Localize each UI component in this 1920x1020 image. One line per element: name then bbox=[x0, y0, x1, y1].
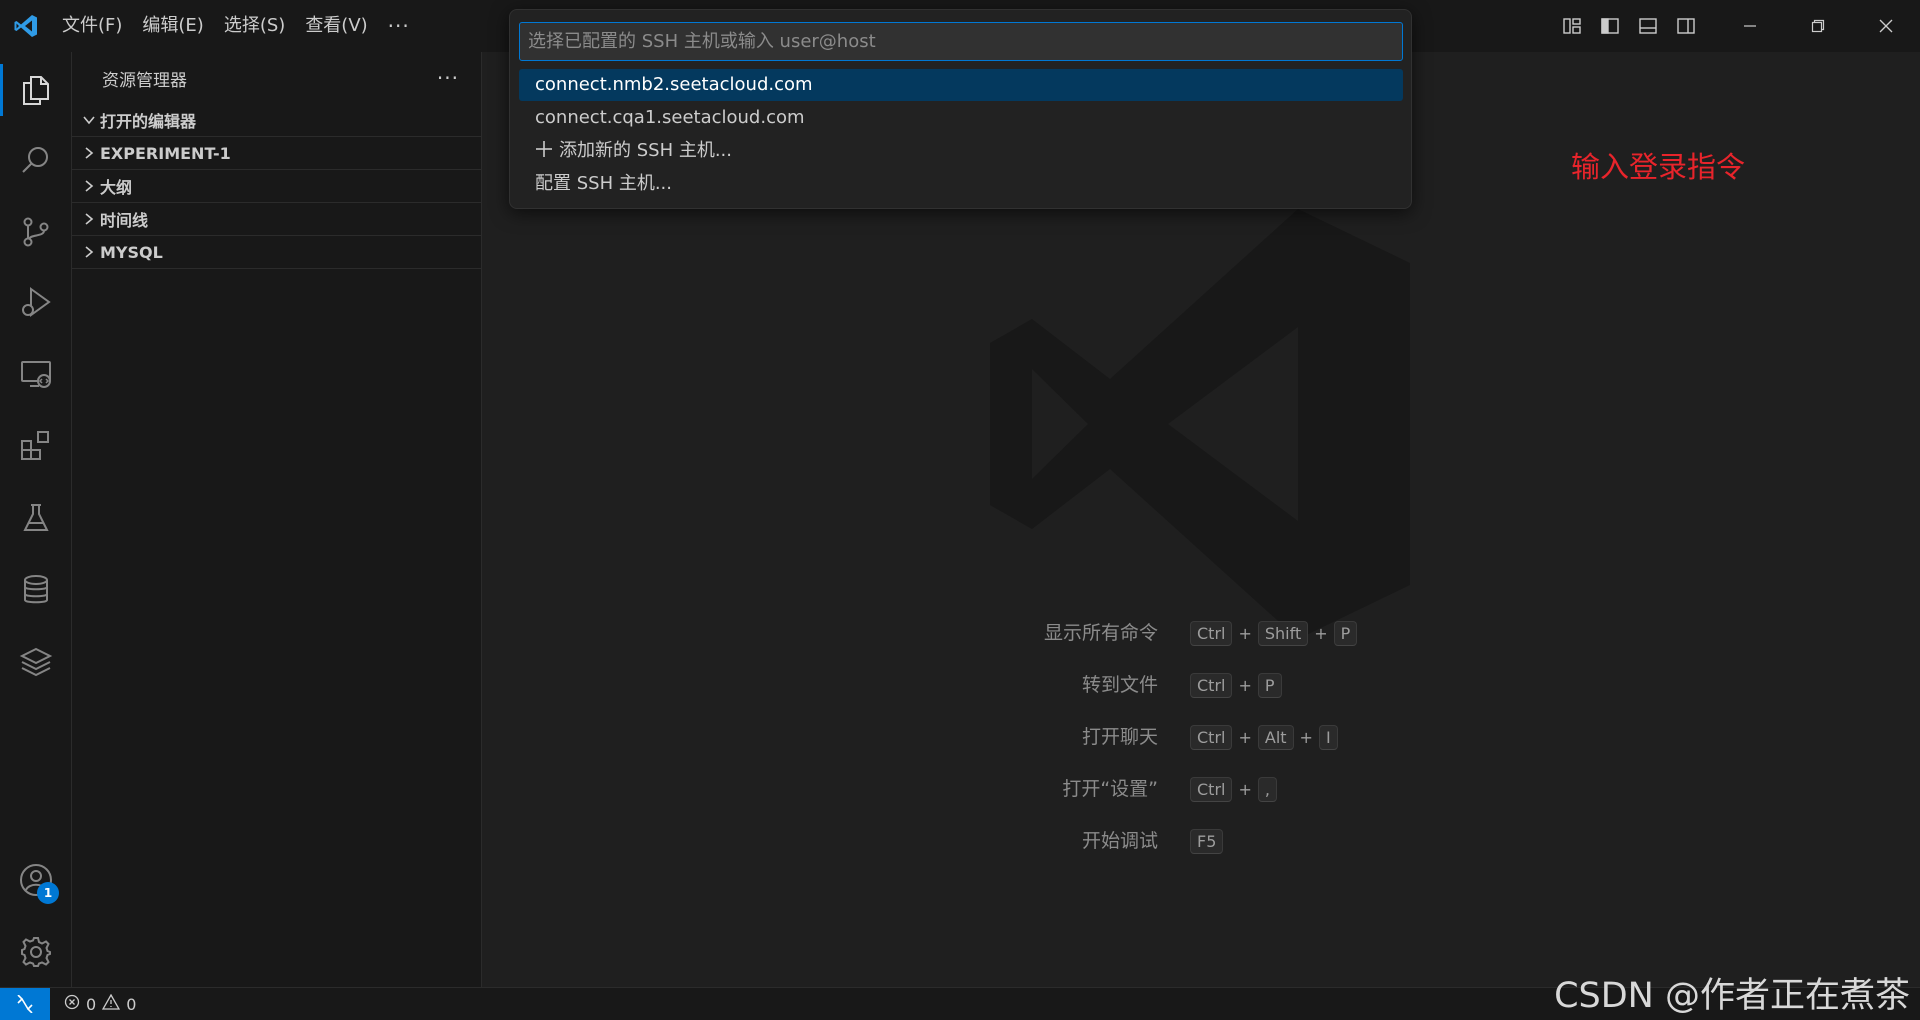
accounts-icon[interactable]: 1 bbox=[0, 846, 72, 914]
key: P bbox=[1257, 672, 1282, 698]
section-label: 大纲 bbox=[100, 178, 133, 197]
menu-edit[interactable]: 编辑(E) bbox=[132, 11, 213, 41]
toggle-primary-sidebar-icon[interactable] bbox=[1596, 12, 1624, 40]
key: P bbox=[1333, 620, 1358, 646]
key: , bbox=[1257, 776, 1277, 802]
error-count: 0 bbox=[86, 994, 97, 1014]
accounts-badge: 1 bbox=[37, 882, 59, 904]
shortcut-label: 打开“设置” bbox=[1062, 778, 1158, 800]
sidebar-title: 资源管理器 bbox=[102, 70, 187, 91]
key: Ctrl bbox=[1190, 672, 1233, 698]
minimize-icon[interactable] bbox=[1716, 0, 1784, 52]
layers-icon[interactable] bbox=[0, 628, 72, 696]
extensions-icon[interactable] bbox=[0, 412, 72, 480]
shortcut-label: 转到文件 bbox=[1081, 674, 1158, 696]
chevron-right-icon bbox=[78, 241, 100, 263]
menu-bar: 文件(F) 编辑(E) 选择(S) 查看(V) ··· bbox=[52, 0, 420, 52]
add-ssh-host-option[interactable]: 添加新的 SSH 主机... bbox=[519, 135, 1403, 167]
close-icon[interactable] bbox=[1852, 0, 1920, 52]
menu-view[interactable]: 查看(V) bbox=[295, 11, 377, 41]
shortcut-row: 打开聊天 Ctrl + Alt + I bbox=[483, 722, 1920, 752]
explorer-sidebar: 资源管理器 ··· 打开的编辑器 EXPERIMENT-1 大纲 时间线 MYS… bbox=[72, 52, 482, 987]
key: Alt bbox=[1257, 724, 1294, 750]
shortcut-keys: Ctrl + Alt + I bbox=[1190, 722, 1338, 752]
shortcut-keys: F5 bbox=[1190, 826, 1224, 856]
chevron-right-icon bbox=[78, 142, 100, 164]
shortcut-label: 开始调试 bbox=[1081, 830, 1158, 852]
search-icon[interactable] bbox=[0, 126, 72, 194]
ssh-quick-pick: connect.nmb2.seetacloud.com connect.cqa1… bbox=[509, 9, 1745, 209]
section-label: 打开的编辑器 bbox=[100, 112, 197, 131]
configure-ssh-hosts-option[interactable]: 配置 SSH 主机... bbox=[519, 168, 1403, 200]
ssh-host-option[interactable]: connect.nmb2.seetacloud.com bbox=[519, 69, 1403, 101]
key: Shift bbox=[1257, 620, 1309, 646]
activity-bar: 1 bbox=[0, 52, 72, 987]
shortcut-row: 转到文件 Ctrl + P bbox=[483, 670, 1920, 700]
status-bar: 0 0 CSDN @作者正在煮茶 bbox=[0, 976, 1920, 1020]
source-control-icon[interactable] bbox=[0, 198, 72, 266]
section-timeline[interactable]: 时间线 bbox=[72, 203, 481, 236]
key: Ctrl bbox=[1190, 724, 1233, 750]
shortcut-label: 显示所有命令 bbox=[1043, 622, 1158, 644]
layout-controls bbox=[1558, 0, 1700, 52]
menu-selection[interactable]: 选择(S) bbox=[214, 11, 295, 41]
shortcut-keys: Ctrl + , bbox=[1190, 774, 1277, 804]
remote-indicator-icon[interactable] bbox=[0, 987, 50, 1020]
menu-file[interactable]: 文件(F) bbox=[52, 11, 132, 41]
warning-count: 0 bbox=[126, 994, 137, 1014]
menu-more-icon[interactable]: ··· bbox=[378, 14, 420, 38]
problems-indicator[interactable]: 0 0 bbox=[50, 993, 137, 1014]
shortcut-row: 打开“设置” Ctrl + , bbox=[483, 774, 1920, 804]
section-label: MYSQL bbox=[100, 242, 163, 262]
window-controls bbox=[1716, 0, 1920, 52]
section-experiment[interactable]: EXPERIMENT-1 bbox=[72, 137, 481, 170]
vscode-logo-icon bbox=[0, 0, 52, 52]
key: Ctrl bbox=[1190, 776, 1233, 802]
section-label: EXPERIMENT-1 bbox=[100, 143, 231, 163]
remote-explorer-icon[interactable] bbox=[0, 340, 72, 408]
section-label: 时间线 bbox=[100, 211, 149, 230]
key: I bbox=[1318, 724, 1338, 750]
add-ssh-host-label: 添加新的 SSH 主机... bbox=[559, 140, 732, 161]
csdn-watermark: CSDN @作者正在煮茶 bbox=[1554, 976, 1910, 1016]
ssh-host-input[interactable] bbox=[519, 22, 1403, 61]
shortcut-keys: Ctrl + P bbox=[1190, 670, 1282, 700]
ssh-host-option[interactable]: connect.cqa1.seetacloud.com bbox=[519, 102, 1403, 134]
red-annotation-text: 输入登录指令 bbox=[1571, 150, 1746, 184]
testing-icon[interactable] bbox=[0, 484, 72, 552]
restore-icon[interactable] bbox=[1784, 0, 1852, 52]
plus-icon bbox=[535, 137, 553, 169]
toggle-secondary-sidebar-icon[interactable] bbox=[1672, 12, 1700, 40]
customize-layout-icon[interactable] bbox=[1558, 12, 1586, 40]
section-outline[interactable]: 大纲 bbox=[72, 170, 481, 203]
sidebar-header: 资源管理器 ··· bbox=[72, 52, 481, 104]
chevron-down-icon bbox=[78, 109, 100, 131]
vscode-watermark-logo bbox=[990, 209, 1410, 643]
warning-icon bbox=[102, 993, 121, 1014]
database-icon[interactable] bbox=[0, 556, 72, 624]
settings-gear-icon[interactable] bbox=[0, 918, 72, 986]
explorer-icon[interactable] bbox=[0, 56, 72, 124]
shortcut-label: 打开聊天 bbox=[1081, 726, 1158, 748]
section-mysql[interactable]: MYSQL bbox=[72, 236, 481, 269]
chevron-right-icon bbox=[78, 208, 100, 230]
key: F5 bbox=[1190, 828, 1224, 854]
shortcut-keys: Ctrl + Shift + P bbox=[1190, 618, 1358, 648]
error-icon bbox=[64, 994, 80, 1014]
section-open-editors[interactable]: 打开的编辑器 bbox=[72, 104, 481, 137]
run-debug-icon[interactable] bbox=[0, 268, 72, 336]
toggle-panel-icon[interactable] bbox=[1634, 12, 1662, 40]
sidebar-more-icon[interactable]: ··· bbox=[437, 66, 459, 90]
shortcut-row: 显示所有命令 Ctrl + Shift + P bbox=[483, 618, 1920, 648]
shortcut-row: 开始调试 F5 bbox=[483, 826, 1920, 856]
chevron-right-icon bbox=[78, 175, 100, 197]
key: Ctrl bbox=[1190, 620, 1233, 646]
